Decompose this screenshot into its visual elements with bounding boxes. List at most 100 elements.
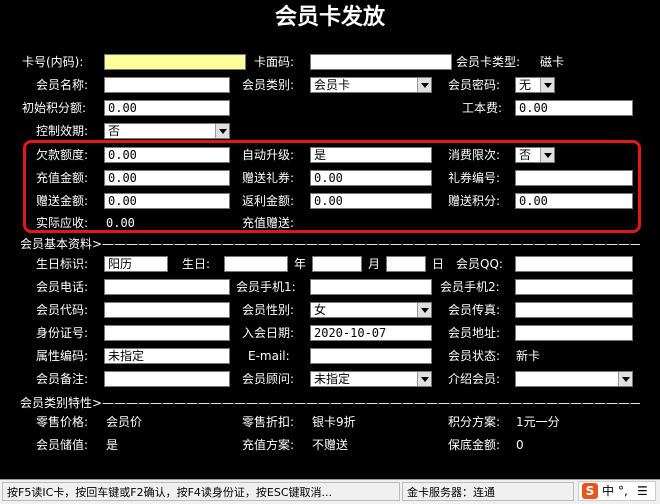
retail-discount-label: 零售折扣: <box>242 415 295 429</box>
member-qq-input[interactable] <box>515 256 633 272</box>
member-category-value: 会员卡 <box>314 78 351 92</box>
birth-day-input[interactable] <box>386 256 426 272</box>
fee-input[interactable]: 0.00 <box>515 100 633 116</box>
member-fax-input[interactable] <box>515 302 633 318</box>
chevron-down-icon[interactable] <box>417 372 431 386</box>
points-plan-label: 积分方案: <box>448 415 501 429</box>
birth-year-input[interactable] <box>224 256 288 272</box>
ime-menu-icon[interactable]: ☰ <box>637 484 648 498</box>
join-date-input[interactable]: 2020-10-07 <box>310 325 432 341</box>
member-mobile1-input[interactable] <box>310 279 432 295</box>
member-gender-value: 女 <box>314 303 327 317</box>
control-validity-value: 否 <box>108 124 121 138</box>
member-advisor-select[interactable]: 未指定 <box>310 371 432 387</box>
card-face-input[interactable] <box>310 54 452 70</box>
guarantee-amount-label: 保底金额: <box>448 438 501 452</box>
gift-points-input[interactable]: 0.00 <box>515 193 633 209</box>
member-mobile2-input[interactable] <box>515 279 633 295</box>
gift-coupon-input[interactable]: 0.00 <box>310 170 432 186</box>
actual-receivable-label: 实际应收: <box>36 216 89 230</box>
member-password-label: 会员密码: <box>448 78 501 92</box>
chevron-down-icon[interactable] <box>417 303 431 317</box>
debt-limit-input[interactable]: 0.00 <box>104 147 230 163</box>
email-input[interactable] <box>310 348 432 364</box>
member-phone-input[interactable] <box>104 279 230 295</box>
rebate-amount-label: 返利金额: <box>242 194 295 208</box>
birthday-mark-input[interactable]: 阳历 <box>104 256 168 272</box>
recharge-gift-label: 充值赠送: <box>242 216 295 230</box>
control-validity-select[interactable]: 否 <box>104 123 230 139</box>
chevron-down-icon[interactable] <box>540 78 554 92</box>
ime-punctuation[interactable]: °, <box>618 484 628 498</box>
chevron-down-icon[interactable] <box>417 78 431 92</box>
day-label: 日 <box>432 257 445 271</box>
actual-receivable-value: 0.00 <box>106 216 135 230</box>
rebate-amount-input[interactable]: 0.00 <box>310 193 432 209</box>
attribute-code-input[interactable]: 未指定 <box>104 348 230 364</box>
window-title: 会员卡发放 <box>274 5 385 30</box>
control-validity-label: 控制效期: <box>36 124 89 138</box>
chevron-down-icon[interactable] <box>618 372 632 386</box>
card-no-label: 卡号(内码): <box>22 55 84 69</box>
initial-points-input[interactable]: 0.00 <box>104 100 230 116</box>
id-number-input[interactable] <box>104 325 230 341</box>
card-no-input[interactable] <box>104 54 246 70</box>
member-phone-label: 会员电话: <box>36 280 89 294</box>
gift-points-label: 赠送积分: <box>448 194 501 208</box>
member-mobile1-label: 会员手机1: <box>236 280 296 294</box>
recharge-plan-value: 不赠送 <box>312 438 349 452</box>
member-qq-label: 会员QQ: <box>456 257 503 271</box>
auto-upgrade-input[interactable]: 是 <box>310 147 432 163</box>
initial-points-label: 初始积分额: <box>22 101 87 115</box>
status-bar: 按F5读IC卡，按回车键或F2确认，按F4读身份证，按ESC键取消... 金卡服… <box>0 479 660 504</box>
debt-limit-label: 欠款额度: <box>36 148 89 162</box>
birth-month-input[interactable] <box>312 256 362 272</box>
member-name-input[interactable] <box>104 77 230 93</box>
auto-upgrade-label: 自动升级: <box>242 148 295 162</box>
retail-price-label: 零售价格: <box>36 415 89 429</box>
sogou-logo-icon: S <box>582 483 598 499</box>
consume-limit-value: 否 <box>519 148 532 162</box>
gift-amount-label: 赠送金额: <box>36 194 89 208</box>
coupon-number-input[interactable] <box>515 170 633 186</box>
member-fax-label: 会员传真: <box>448 303 501 317</box>
card-face-label: 卡面码: <box>254 55 295 69</box>
attribute-code-label: 属性编码: <box>36 349 89 363</box>
member-category-select[interactable]: 会员卡 <box>310 77 432 93</box>
status-hint: 按F5读IC卡，按回车键或F2确认，按F4读身份证，按ESC键取消... <box>2 482 400 501</box>
card-type-value: 磁卡 <box>540 55 565 69</box>
introducer-select[interactable] <box>515 371 633 387</box>
birthday-label: 生日: <box>182 257 211 271</box>
category-section-header: 会员类别特性>—————————————————————————————————… <box>20 396 640 410</box>
points-plan-value: 1元一分 <box>516 415 560 429</box>
chevron-down-icon[interactable] <box>215 124 229 138</box>
month-label: 月 <box>368 257 381 271</box>
join-date-label: 入会日期: <box>242 326 295 340</box>
coupon-number-label: 礼券编号: <box>448 171 501 185</box>
fee-label: 工本费: <box>462 101 503 115</box>
gift-coupon-label: 赠送礼券: <box>242 171 295 185</box>
member-address-label: 会员地址: <box>448 326 501 340</box>
retail-discount-value: 银卡9折 <box>312 415 356 429</box>
stored-value-value: 是 <box>106 438 119 452</box>
ime-language[interactable]: 中 <box>602 484 614 498</box>
recharge-amount-label: 充值金额: <box>36 171 89 185</box>
member-remark-label: 会员备注: <box>36 372 89 386</box>
member-gender-select[interactable]: 女 <box>310 302 432 318</box>
consume-limit-select[interactable]: 否 <box>515 147 555 163</box>
server-status: 金卡服务器：连通 <box>402 482 574 501</box>
member-advisor-value: 未指定 <box>314 372 351 386</box>
member-address-input[interactable] <box>515 325 633 341</box>
email-label: E-mail: <box>248 349 290 363</box>
member-code-input[interactable] <box>104 302 230 318</box>
member-password-select[interactable]: 无 <box>515 77 555 93</box>
member-remark-input[interactable] <box>104 371 230 387</box>
member-mobile2-label: 会员手机2: <box>440 280 500 294</box>
ime-toolbar[interactable]: S 中 °, ☰ <box>578 481 656 501</box>
gift-amount-input[interactable]: 0.00 <box>104 193 230 209</box>
chevron-down-icon[interactable] <box>540 148 554 162</box>
member-status-label: 会员状态: <box>448 349 501 363</box>
recharge-amount-input[interactable]: 0.00 <box>104 170 230 186</box>
consume-limit-label: 消费限次: <box>448 148 501 162</box>
member-advisor-label: 会员顾问: <box>242 372 295 386</box>
